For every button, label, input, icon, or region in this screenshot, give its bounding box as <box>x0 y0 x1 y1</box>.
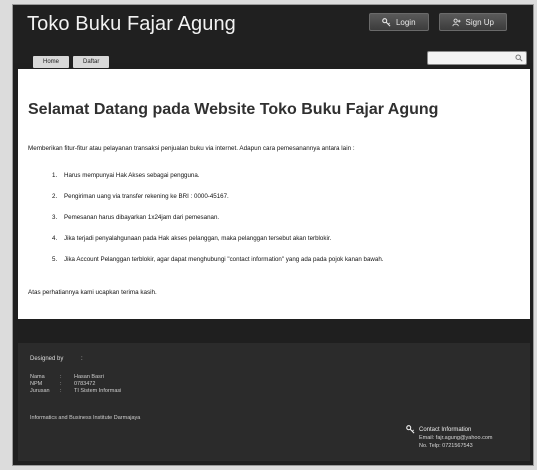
signup-button[interactable]: Sign Up <box>438 13 507 31</box>
contact-email: Email: fajr.agung@yahoo.com <box>419 435 493 441</box>
info-row: Jurusan : TI Sistem Informasi <box>30 388 121 395</box>
closing-text: Atas perhatiannya kami ucapkan terima ka… <box>28 289 157 296</box>
page-title: Selamat Datang pada Website Toko Buku Fa… <box>28 101 439 118</box>
info-key: Jurusan <box>30 388 50 394</box>
designed-by: Designed by : <box>30 356 83 362</box>
info-value: 0783472 <box>74 381 96 387</box>
info-colon: : <box>60 374 62 380</box>
search-icon[interactable] <box>515 54 523 62</box>
contact-title: Contact Information <box>419 426 472 433</box>
step-number: 5. <box>52 256 58 263</box>
list-item: 2. Pengiriman uang via transfer rekening… <box>52 193 384 214</box>
site-header: Toko Buku Fajar Agung Login Sign Up Home… <box>13 5 533 70</box>
list-item: 5. Jika Account Pelanggan terblokir, aga… <box>52 256 384 277</box>
step-text: Pengiriman uang via transfer rekening ke… <box>64 193 229 200</box>
designed-by-colon: : <box>81 356 83 362</box>
login-button[interactable]: Login <box>368 13 429 31</box>
info-colon: : <box>60 381 62 387</box>
signup-label: Sign Up <box>465 17 494 27</box>
step-text: Pemesanan harus dibayarkan 1x24jam dari … <box>64 214 220 221</box>
step-text: Jika Account Pelanggan terblokir, agar d… <box>64 256 384 263</box>
welcome-content: Selamat Datang pada Website Toko Buku Fa… <box>18 69 530 319</box>
contact-information: Contact Information Email: fajr.agung@ya… <box>406 425 492 450</box>
nav-tab-home[interactable]: Home <box>33 56 70 68</box>
info-value: Hasan Basri <box>74 374 104 380</box>
contact-phone: No. Telp: 0721567543 <box>419 443 473 449</box>
list-item: 3. Pemesanan harus dibayarkan 1x24jam da… <box>52 214 384 235</box>
info-row: NPM : 0783472 <box>30 381 121 388</box>
info-key: NPM <box>30 381 43 387</box>
site-footer: Designed by : Nama : Hasan Basri NPM : 0… <box>18 343 530 461</box>
step-number: 4. <box>52 235 58 242</box>
auth-buttons: Login Sign Up <box>368 13 507 31</box>
step-number: 3. <box>52 214 58 221</box>
main-nav: Home Daftar <box>33 56 110 68</box>
step-text: Jika terjadi penyalahgunaan pada Hak aks… <box>64 235 332 242</box>
login-label: Login <box>395 17 416 27</box>
step-number: 1. <box>52 172 58 179</box>
info-key: Nama <box>30 374 45 380</box>
designed-by-label: Designed by <box>30 356 64 362</box>
order-steps-list: 1. Harus mempunyai Hak Akses sebagai pen… <box>52 172 384 277</box>
key-icon <box>382 17 391 26</box>
list-item: 1. Harus mempunyai Hak Akses sebagai pen… <box>52 172 384 193</box>
key-icon <box>406 425 415 434</box>
info-row: Nama : Hasan Basri <box>30 374 121 381</box>
intro-text: Memberikan fitur-fitur atau pelayanan tr… <box>28 145 355 152</box>
info-value: TI Sistem Informasi <box>74 388 122 394</box>
step-number: 2. <box>52 193 58 200</box>
institute-name: Informatics and Business Institute Darma… <box>30 415 141 421</box>
page-container: Toko Buku Fajar Agung Login Sign Up Home… <box>12 4 534 466</box>
contact-title-row: Contact Information <box>406 425 492 434</box>
step-text: Harus mempunyai Hak Akses sebagai penggu… <box>64 172 200 179</box>
nav-tab-daftar[interactable]: Daftar <box>73 56 110 68</box>
designer-info: Nama : Hasan Basri NPM : 0783472 Jurusan… <box>30 374 121 395</box>
site-title: Toko Buku Fajar Agung <box>27 13 236 35</box>
search-box <box>427 51 527 70</box>
info-colon: : <box>60 388 62 394</box>
user-plus-icon <box>451 18 461 26</box>
list-item: 4. Jika terjadi penyalahgunaan pada Hak … <box>52 235 384 256</box>
